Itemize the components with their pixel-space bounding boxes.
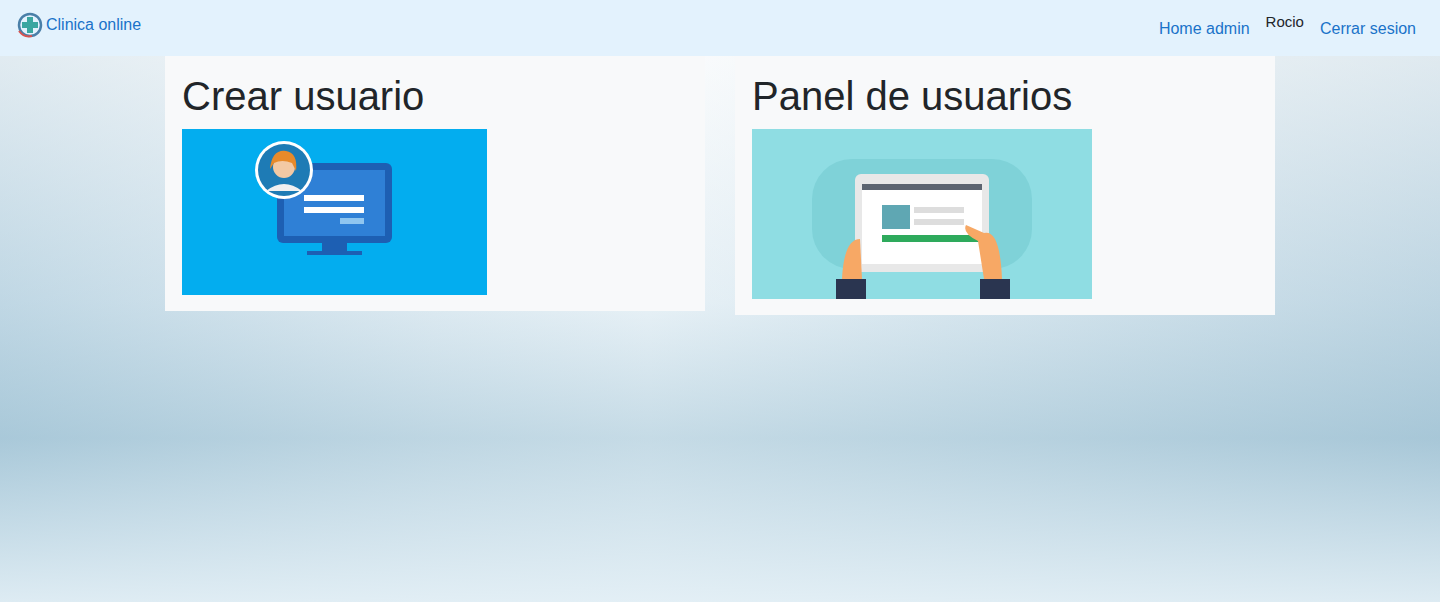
user-name: Rocio	[1266, 13, 1304, 30]
navbar: Clinica onlineHome adminRocioCerrar sesi…	[0, 0, 1440, 56]
page: Clinica onlineHome adminRocioCerrar sesi…	[0, 0, 1440, 602]
card-row: Crear usuario Panel de usuarios	[0, 56, 1440, 315]
background-photo: Crear usuario Panel de usuarios	[0, 56, 1440, 602]
logout-link[interactable]: Cerrar sesion	[1320, 20, 1416, 38]
nav-menu: Home adminRocioCerrar sesion	[1159, 18, 1416, 38]
card-title: Crear usuario	[182, 72, 689, 120]
card-title: Panel de usuarios	[752, 72, 1259, 120]
create-user-illustration-icon	[182, 129, 487, 295]
user-panel-illustration-icon	[752, 129, 1092, 299]
brand-text: Clinica online	[46, 16, 141, 34]
brand-link[interactable]: Clinica online	[16, 11, 141, 39]
clinic-logo-icon	[16, 11, 44, 39]
nav-link[interactable]: Home admin	[1159, 20, 1250, 38]
menu-card[interactable]: Panel de usuarios	[735, 56, 1275, 315]
menu-card[interactable]: Crear usuario	[165, 56, 705, 311]
